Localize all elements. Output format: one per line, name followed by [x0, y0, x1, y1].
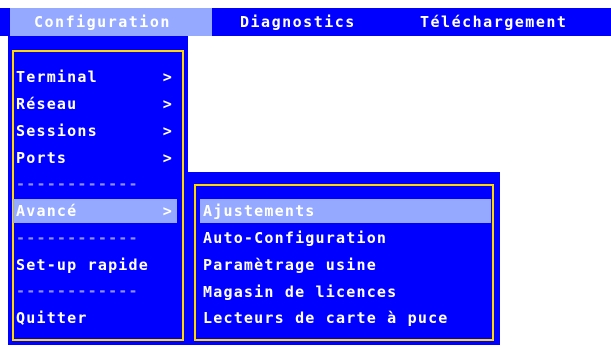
menu-item-ports[interactable]: Ports >: [13, 146, 177, 170]
menu-item-setup-rapide[interactable]: Set-up rapide: [13, 253, 177, 277]
menu-item-ports-label: Ports: [16, 149, 68, 167]
menu-separator: ------------: [16, 282, 139, 300]
submenu-item-magasin-licences[interactable]: Magasin de licences: [200, 280, 491, 304]
menu-item-quitter-label: Quitter: [16, 309, 88, 327]
chevron-right-icon: >: [162, 95, 173, 113]
menu-item-quitter[interactable]: Quitter: [13, 306, 177, 330]
submenu-item-auto-configuration[interactable]: Auto-Configuration: [200, 226, 491, 250]
menu-bar: Configuration Diagnostics Téléchargement: [0, 8, 611, 36]
chevron-right-icon: >: [162, 202, 173, 220]
submenu-item-lecteurs-carte[interactable]: Lecteurs de carte à puce: [200, 306, 491, 330]
menu-item-terminal-label: Terminal: [16, 68, 98, 86]
menu-item-reseau[interactable]: Réseau >: [13, 92, 177, 116]
menu-item-sessions-label: Sessions: [16, 122, 98, 140]
submenu-item-parametrage-usine[interactable]: Paramètrage usine: [200, 253, 491, 277]
menu-item-terminal[interactable]: Terminal >: [13, 65, 177, 89]
menu-item-reseau-label: Réseau: [16, 95, 78, 113]
menu-configuration[interactable]: Configuration: [10, 8, 212, 36]
chevron-right-icon: >: [162, 68, 173, 86]
menu-item-avance[interactable]: Avancé >: [13, 199, 177, 223]
menu-item-setup-rapide-label: Set-up rapide: [16, 256, 149, 274]
chevron-right-icon: >: [162, 149, 173, 167]
menu-item-sessions[interactable]: Sessions >: [13, 119, 177, 143]
submenu-item-ajustements[interactable]: Ajustements: [200, 199, 491, 223]
menu-telechargement[interactable]: Téléchargement: [412, 8, 575, 36]
menu-separator: ------------: [16, 229, 139, 247]
chevron-right-icon: >: [162, 122, 173, 140]
menu-separator: ------------: [16, 175, 139, 193]
menu-diagnostics[interactable]: Diagnostics: [232, 8, 364, 36]
menu-item-avance-label: Avancé: [16, 202, 78, 220]
